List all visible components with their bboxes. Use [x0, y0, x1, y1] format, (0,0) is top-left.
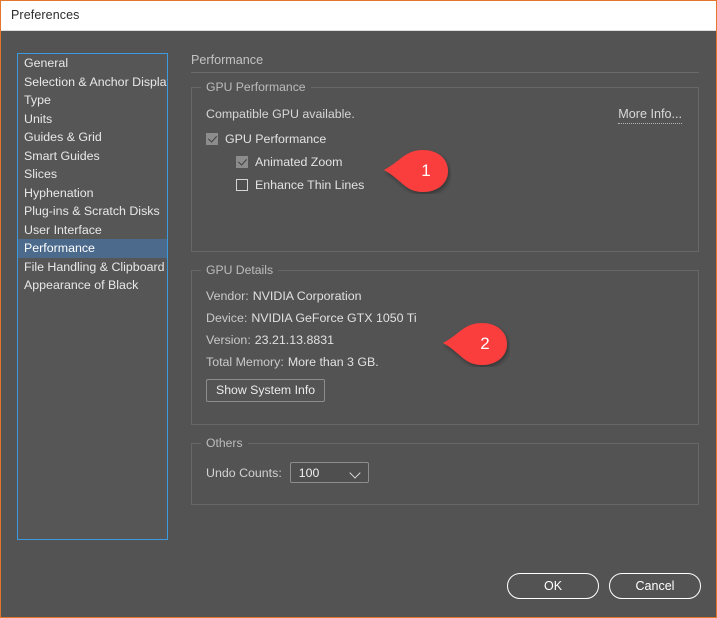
detail-value: More than 3 GB.: [287, 355, 379, 369]
gpu-details-group: GPU Details Vendor: NVIDIA Corporation Dev…: [191, 263, 699, 425]
others-legend: Others: [201, 436, 248, 450]
window-title: Preferences: [11, 8, 80, 22]
dialog-buttons: OK Cancel: [507, 573, 701, 599]
detail-row: Device: NVIDIA GeForce GTX 1050 Ti: [206, 311, 684, 325]
checkbox-unchecked-icon[interactable]: [236, 179, 248, 191]
sidebar-item-selection-anchor-display[interactable]: Selection & Anchor Display: [18, 73, 167, 92]
detail-key: Device:: [206, 311, 248, 325]
more-info-link[interactable]: More Info...: [618, 106, 682, 124]
checkbox-label: GPU Performance: [225, 132, 327, 146]
detail-row: Version: 23.21.13.8831: [206, 333, 684, 347]
detail-value: NVIDIA Corporation: [252, 289, 362, 303]
preferences-dialog: Preferences General Selection & Anchor Di…: [0, 0, 717, 618]
performance-panel: Performance GPU Performance Compatible G…: [191, 53, 699, 540]
chevron-down-icon: [349, 467, 361, 479]
sidebar-item-slices[interactable]: Slices: [18, 165, 167, 184]
checkbox-label: Enhance Thin Lines: [255, 178, 365, 192]
checkbox-checked-icon[interactable]: [206, 133, 218, 145]
ok-button[interactable]: OK: [507, 573, 599, 599]
undo-counts-label: Undo Counts:: [206, 465, 282, 480]
checkbox-row-enhance-thin-lines[interactable]: Enhance Thin Lines: [236, 178, 684, 192]
checkbox-row-animated-zoom[interactable]: Animated Zoom: [236, 155, 684, 169]
sidebar-item-hyphenation[interactable]: Hyphenation: [18, 184, 167, 203]
gpu-detail-list: Vendor: NVIDIA Corporation Device: NVIDIA G…: [206, 289, 684, 369]
gpu-performance-legend: GPU Performance: [201, 80, 311, 94]
sidebar-item-file-handling-clipboard[interactable]: File Handling & Clipboard: [18, 258, 167, 277]
gpu-status-row: Compatible GPU available. More Info...: [206, 106, 684, 124]
gpu-performance-group: GPU Performance Compatible GPU available…: [191, 80, 699, 252]
detail-value: 23.21.13.8831: [254, 333, 335, 347]
gpu-checkbox-list: GPU Performance Animated Zoom Enhance Thin…: [206, 132, 684, 192]
show-system-info-button[interactable]: Show System Info: [206, 379, 326, 402]
sidebar-item-units[interactable]: Units: [18, 110, 167, 129]
title-divider: [191, 72, 699, 73]
sidebar-item-type[interactable]: Type: [18, 91, 167, 110]
cancel-button[interactable]: Cancel: [609, 573, 701, 599]
sidebar-item-appearance-of-black[interactable]: Appearance of Black: [18, 276, 167, 295]
page-title: Performance: [191, 53, 264, 67]
detail-value: NVIDIA GeForce GTX 1050 Ti: [251, 311, 417, 325]
title-bar: Preferences: [1, 1, 716, 31]
gpu-status-text: Compatible GPU available.: [206, 107, 355, 121]
sidebar-item-smart-guides[interactable]: Smart Guides: [18, 147, 167, 166]
detail-row: Total Memory: More than 3 GB.: [206, 355, 684, 369]
category-list[interactable]: General Selection & Anchor Display Type Uni…: [17, 53, 168, 540]
detail-key: Version:: [206, 333, 251, 347]
sidebar-item-performance[interactable]: Performance: [18, 239, 167, 258]
sidebar-item-plug-ins-scratch-disks[interactable]: Plug-ins & Scratch Disks: [18, 202, 167, 221]
undo-counts-row: Undo Counts: 100: [206, 462, 684, 483]
detail-row: Vendor: NVIDIA Corporation: [206, 289, 684, 303]
sidebar-item-guides-grid[interactable]: Guides & Grid: [18, 128, 167, 147]
detail-key: Vendor:: [206, 289, 249, 303]
undo-counts-value: 100: [298, 466, 320, 480]
checkbox-row-gpu-performance[interactable]: GPU Performance: [206, 132, 684, 146]
undo-counts-select[interactable]: 100: [289, 462, 369, 483]
gpu-details-legend: GPU Details: [201, 263, 279, 277]
others-group: Others Undo Counts: 100: [191, 436, 699, 505]
checkbox-checked-icon[interactable]: [236, 156, 248, 168]
sidebar-item-general[interactable]: General: [18, 54, 167, 73]
checkbox-label: Animated Zoom: [255, 155, 343, 169]
sidebar-item-user-interface[interactable]: User Interface: [18, 221, 167, 240]
detail-key: Total Memory:: [206, 355, 284, 369]
